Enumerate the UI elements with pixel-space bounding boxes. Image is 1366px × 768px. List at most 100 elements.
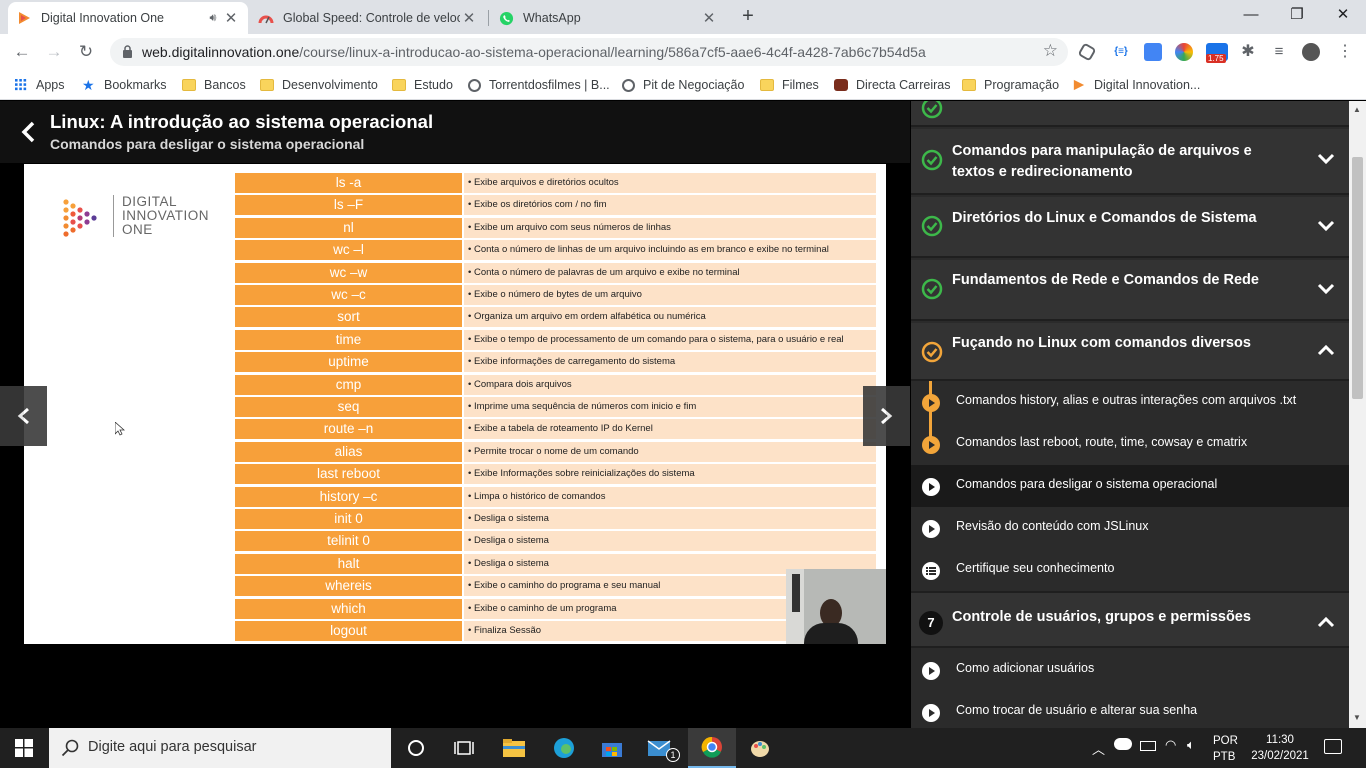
reload-icon[interactable]: ↻ <box>74 40 98 64</box>
wifi-icon[interactable]: ◠ <box>1165 737 1176 753</box>
browser-toolbar: ← → ↻ web.digitalinnovation.one/course/l… <box>0 34 1366 70</box>
reading-list-icon[interactable]: ≡ <box>1270 43 1288 61</box>
notifications-icon[interactable] <box>1324 739 1342 754</box>
taskbar-clock[interactable]: 11:30 23/02/2021 <box>1242 732 1318 764</box>
command-row: time • Exibe o tempo de processamento de … <box>235 329 876 350</box>
tab-digital-innovation-one[interactable]: Digital Innovation One 🔊︎ ✕ <box>8 2 248 34</box>
input-language-indicator[interactable]: POR PTB <box>1213 733 1238 765</box>
lesson-item[interactable]: Como adicionar usuários <box>911 649 1349 691</box>
speaker-icon[interactable]: 🔊︎ <box>204 12 222 25</box>
maximize-button[interactable]: ❐ <box>1274 0 1320 32</box>
command-name: ls -a <box>235 173 462 193</box>
translate-extension-icon[interactable] <box>1144 43 1162 61</box>
search-placeholder: Digite aqui para pesquisar <box>88 739 257 755</box>
command-name: seq <box>235 397 462 417</box>
play-circle-icon <box>922 704 940 722</box>
bookmark-apps[interactable]: Apps <box>14 76 65 94</box>
mail-icon[interactable]: 1 <box>636 728 684 768</box>
close-tab-icon[interactable]: ✕ <box>460 9 478 27</box>
directa-site-icon <box>834 79 848 91</box>
extension-cube-icon[interactable] <box>1077 42 1097 62</box>
webcam-background-frame <box>792 574 800 612</box>
back-arrow-icon[interactable]: ← <box>10 40 34 64</box>
command-name: logout <box>235 621 462 641</box>
tray-show-hidden-icon[interactable]: ︿ <box>1092 739 1105 758</box>
taskbar-search-box[interactable]: Digite aqui para pesquisar <box>49 728 391 768</box>
onedrive-cloud-icon[interactable] <box>1114 738 1132 750</box>
progress-check-circle-icon <box>921 341 943 363</box>
address-bar[interactable]: web.digitalinnovation.one/course/linux-a… <box>110 38 1068 66</box>
cortana-icon[interactable] <box>392 728 440 768</box>
command-description: • Desliga o sistema <box>464 531 876 552</box>
bookmark-directa-carreiras[interactable]: Directa Carreiras <box>834 76 950 94</box>
chevron-up-icon <box>1317 616 1335 628</box>
lesson-item[interactable]: Como trocar de usuário e alterar sua sen… <box>911 691 1349 728</box>
dio-icon <box>1073 79 1085 91</box>
battery-icon[interactable] <box>1140 741 1156 751</box>
paint-app-icon[interactable] <box>736 728 784 768</box>
command-name: cmp <box>235 374 462 395</box>
scrollbar-thumb[interactable] <box>1352 157 1363 399</box>
lesson-item[interactable]: Revisão do conteúdo com JSLinux <box>911 507 1349 549</box>
tab-whatsapp[interactable]: WhatsApp ✕ <box>490 2 726 34</box>
new-tab-button[interactable]: + <box>736 6 760 28</box>
minimize-button[interactable]: — <box>1228 0 1274 32</box>
bookmark-label: Torrentdosfilmes | B... <box>489 78 610 92</box>
bookmark-filmes[interactable]: Filmes <box>760 76 819 94</box>
lesson-item[interactable]: Comandos last reboot, route, time, cowsa… <box>911 423 1349 465</box>
close-tab-icon[interactable]: ✕ <box>700 9 718 27</box>
chevron-left-icon <box>17 407 29 425</box>
bookmark-desenvolvimento[interactable]: Desenvolvimento <box>260 76 378 94</box>
bookmark-star-icon[interactable]: ☆ <box>1043 41 1058 61</box>
edge-browser-icon[interactable] <box>540 728 588 768</box>
command-description: • Limpa o histórico de comandos <box>464 486 876 507</box>
previous-section-partial[interactable] <box>911 101 1349 127</box>
lesson-item[interactable]: Certifique seu conhecimento <box>911 549 1349 591</box>
bookmark-torrentdosfilmes[interactable]: Torrentdosfilmes | B... <box>468 76 610 94</box>
color-extension-icon[interactable] <box>1175 43 1193 61</box>
lesson-item-current[interactable]: Comandos para desligar o sistema operaci… <box>911 465 1349 507</box>
bookmark-bancos[interactable]: Bancos <box>182 76 246 94</box>
close-tab-icon[interactable]: ✕ <box>222 9 240 27</box>
bookmark-bookmarks[interactable]: ★ Bookmarks <box>82 76 167 94</box>
tab-global-speed[interactable]: Global Speed: Controle de veloci ✕ <box>250 2 486 34</box>
command-row: uptime • Exibe informações de carregament… <box>235 352 876 373</box>
section-manipulacao-arquivos[interactable]: Comandos para manipulação de arquivos e … <box>911 129 1349 195</box>
page-scrollbar[interactable]: ▲ ▼ <box>1349 101 1366 728</box>
video-slide[interactable]: DIGITAL INNOVATION ONE ls -a • Exibe arqu… <box>24 164 886 644</box>
forward-arrow-icon[interactable]: → <box>42 40 66 64</box>
bookmark-programacao[interactable]: Programação <box>962 76 1059 94</box>
command-description: • Conta o número de palavras de um arqui… <box>464 262 876 283</box>
next-lesson-button[interactable] <box>863 386 910 446</box>
command-description: • Imprime uma sequência de números com i… <box>464 397 876 417</box>
section-controle-usuarios[interactable]: 7 Controle de usuários, grupos e permiss… <box>911 591 1349 648</box>
bookmark-label: Estudo <box>414 78 453 92</box>
microsoft-store-icon[interactable] <box>588 728 636 768</box>
scroll-up-arrow-icon[interactable]: ▲ <box>1353 105 1361 114</box>
profile-avatar-icon[interactable] <box>1302 43 1320 61</box>
play-circle-icon <box>922 478 940 496</box>
file-explorer-icon[interactable] <box>490 728 538 768</box>
extension-json-icon[interactable]: {≡} <box>1112 43 1130 61</box>
bookmark-pit-de-negociacao[interactable]: Pit de Negociação <box>622 76 744 94</box>
whatsapp-favicon-icon <box>498 10 514 26</box>
windows-start-icon[interactable] <box>0 728 48 768</box>
lesson-title: Comandos para desligar o sistema operaci… <box>50 136 365 152</box>
task-view-icon[interactable] <box>440 728 488 768</box>
puzzle-extensions-icon[interactable]: ✱ <box>1239 43 1257 61</box>
section-diretorios-linux[interactable]: Diretórios do Linux e Comandos de Sistem… <box>911 197 1349 258</box>
menu-kebab-icon[interactable]: ⋮ <box>1336 43 1354 61</box>
section-fundamentos-rede[interactable]: Fundamentos de Rede e Comandos de Rede <box>911 260 1349 321</box>
scroll-down-arrow-icon[interactable]: ▼ <box>1353 713 1361 722</box>
previous-lesson-button[interactable] <box>0 386 47 446</box>
bookmark-estudo[interactable]: Estudo <box>392 76 453 94</box>
url-path: /course/linux-a-introducao-ao-sistema-op… <box>299 44 926 60</box>
close-window-button[interactable]: ✕ <box>1320 0 1366 32</box>
lesson-item[interactable]: Comandos history, alias e outras interaç… <box>911 381 1349 423</box>
bookmark-digital-innovation[interactable]: Digital Innovation... <box>1072 76 1200 94</box>
section-fucando-linux[interactable]: Fuçando no Linux com comandos diversos <box>911 323 1349 381</box>
chrome-taskbar-icon[interactable] <box>688 728 736 768</box>
volume-icon[interactable]: 🔈︎ <box>1187 737 1195 753</box>
speed-extension-icon[interactable]: 1.75 <box>1206 43 1228 63</box>
back-chevron-icon[interactable] <box>18 119 40 145</box>
